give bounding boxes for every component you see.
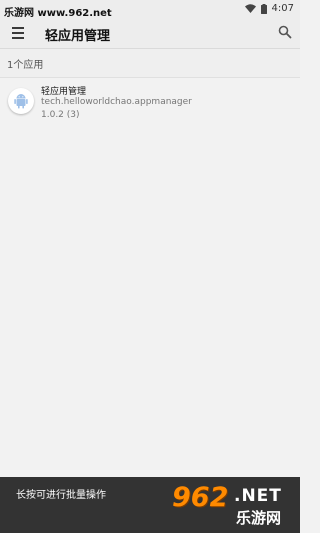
- search-icon[interactable]: [278, 25, 292, 39]
- section-divider: [0, 77, 300, 78]
- android-robot-icon: [14, 94, 28, 109]
- list-item[interactable]: 轻应用管理 tech.helloworldchao.appmanager 1.0…: [0, 82, 300, 127]
- clock: 4:07: [271, 3, 294, 14]
- site-logo: 962 .NET 乐游网: [162, 482, 296, 530]
- menu-icon[interactable]: [12, 27, 24, 39]
- battery-icon: [260, 3, 267, 14]
- app-name: 轻应用管理: [41, 87, 87, 97]
- android-app-icon: [8, 88, 34, 114]
- wifi-icon: [244, 4, 256, 13]
- page-title: 轻应用管理: [45, 29, 111, 44]
- snackbar-message: 长按可进行批量操作: [16, 490, 106, 501]
- logo-net: .NET: [234, 486, 282, 506]
- logo-number: 962: [172, 482, 229, 513]
- logo-site-name: 乐游网: [236, 509, 282, 527]
- app-bar: 轻应用管理: [0, 20, 300, 48]
- app-version: 1.0.2 (3): [41, 110, 80, 120]
- app-package-name: tech.helloworldchao.appmanager: [41, 97, 192, 107]
- section-header: 1个应用: [0, 49, 300, 77]
- status-icons: 4:07: [244, 3, 294, 14]
- watermark-text: 乐游网 www.962.net: [4, 8, 112, 19]
- status-bar: 乐游网 www.962.net 4:07: [0, 0, 300, 20]
- app-count-label: 1个应用: [7, 60, 44, 71]
